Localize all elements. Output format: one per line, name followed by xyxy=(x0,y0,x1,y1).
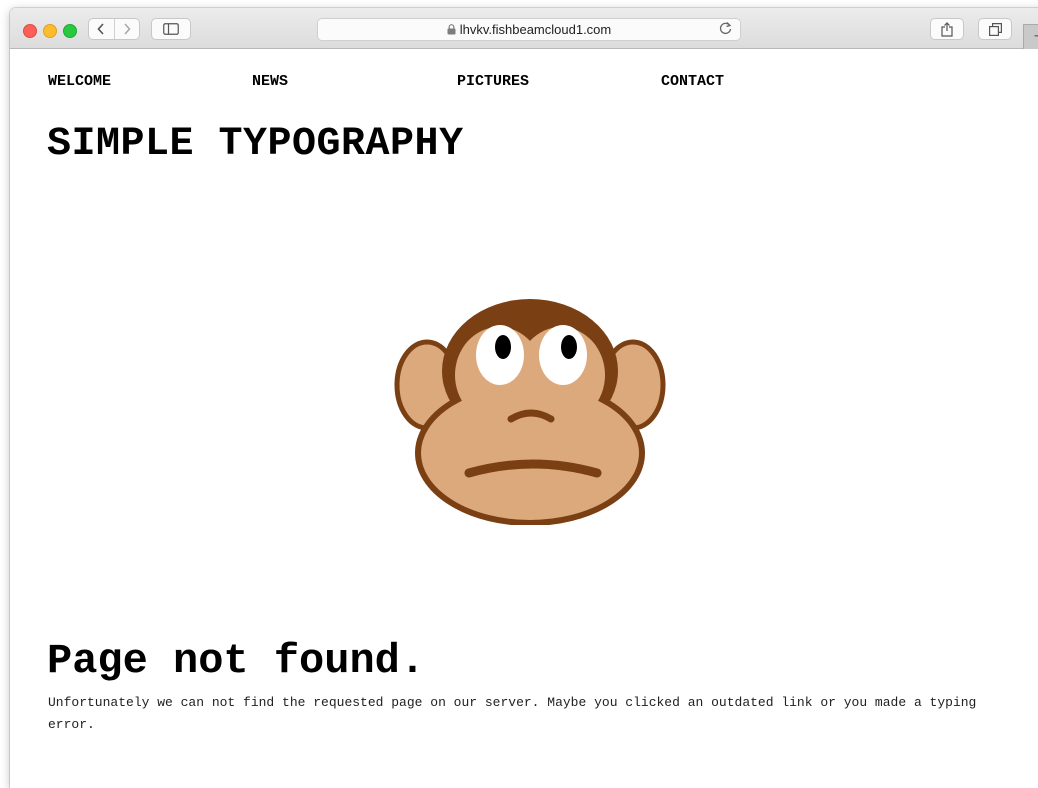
sad-monkey-icon xyxy=(394,299,666,525)
url-text: lhvkv.fishbeamcloud1.com xyxy=(459,22,612,37)
address-display: lhvkv.fishbeamcloud1.com xyxy=(318,22,740,37)
nav-link-welcome[interactable]: WELCOME xyxy=(48,73,111,90)
share-icon xyxy=(941,21,953,37)
new-tab-button[interactable]: + xyxy=(1023,24,1038,49)
error-message: Unfortunately we can not find the reques… xyxy=(48,695,977,732)
sidebar-icon xyxy=(163,23,179,35)
nav-link-pictures[interactable]: PICTURES xyxy=(457,73,529,90)
sidebar-toggle-button[interactable] xyxy=(151,18,191,40)
nav-link-news[interactable]: NEWS xyxy=(252,73,288,90)
error-heading: Page not found. xyxy=(47,637,426,685)
tabs-overview-icon xyxy=(988,22,1002,36)
show-tabs-button[interactable] xyxy=(978,18,1012,40)
zoom-window-button[interactable] xyxy=(63,24,77,38)
nav-link-contact[interactable]: CONTACT xyxy=(661,73,724,90)
browser-window: lhvkv.fishbeamcloud1.com + WELCOME NEWS … xyxy=(10,8,1038,788)
chevron-left-icon xyxy=(97,23,104,35)
forward-button[interactable] xyxy=(113,19,140,39)
history-navigation xyxy=(88,18,140,40)
browser-toolbar: lhvkv.fishbeamcloud1.com xyxy=(10,8,1038,49)
lock-icon xyxy=(447,24,456,35)
site-title: SIMPLE TYPOGRAPHY xyxy=(47,122,464,167)
chevron-right-icon xyxy=(124,23,131,35)
reload-button[interactable] xyxy=(719,21,732,38)
address-bar[interactable]: lhvkv.fishbeamcloud1.com xyxy=(317,18,741,41)
share-button[interactable] xyxy=(930,18,964,40)
web-page: WELCOME NEWS PICTURES CONTACT SIMPLE TYP… xyxy=(10,49,1038,788)
minimize-window-button[interactable] xyxy=(43,24,57,38)
reload-icon xyxy=(719,22,732,35)
close-window-button[interactable] xyxy=(23,24,37,38)
back-button[interactable] xyxy=(89,19,114,39)
